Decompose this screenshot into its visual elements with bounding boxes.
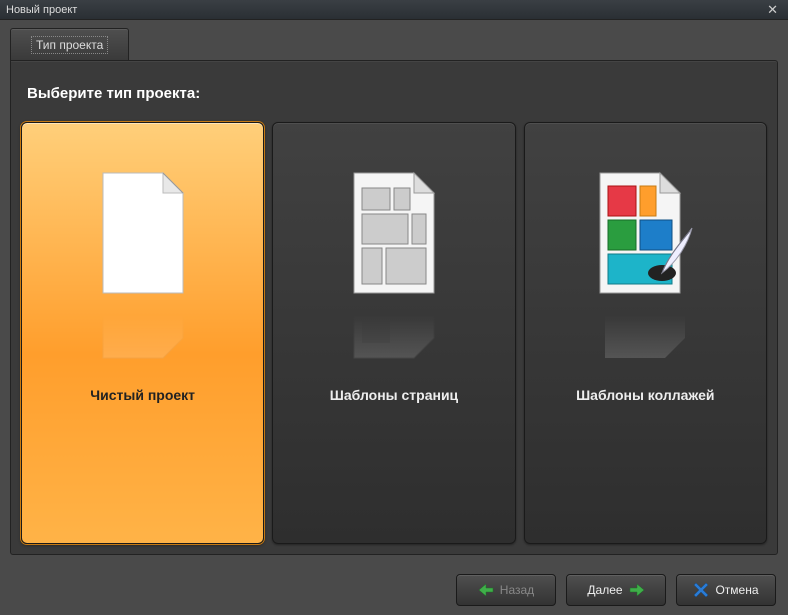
- project-type-options: Чистый проект: [21, 122, 767, 544]
- page-templates-icon: [334, 163, 454, 303]
- prompt-text: Выберите тип проекта:: [27, 85, 767, 102]
- next-button[interactable]: Далее: [566, 574, 666, 606]
- blank-document-icon: [83, 163, 203, 303]
- cancel-x-icon: [693, 582, 709, 598]
- titlebar: Новый проект ✕: [0, 0, 788, 20]
- footer-buttons: Назад Далее Отмена: [0, 565, 788, 615]
- tabstrip: Тип проекта: [0, 20, 788, 60]
- next-label: Далее: [587, 583, 622, 597]
- option-page-templates[interactable]: Шаблоны страниц: [272, 122, 515, 544]
- option-label: Чистый проект: [90, 387, 195, 403]
- arrow-left-icon: [478, 583, 494, 597]
- close-icon[interactable]: ✕: [763, 2, 782, 18]
- cancel-label: Отмена: [715, 583, 758, 597]
- back-button[interactable]: Назад: [456, 574, 556, 606]
- back-label: Назад: [500, 583, 534, 597]
- window-title: Новый проект: [6, 4, 77, 16]
- option-blank-project[interactable]: Чистый проект: [21, 122, 264, 544]
- reflection: [585, 303, 705, 363]
- reflection: [334, 303, 454, 363]
- option-label: Шаблоны коллажей: [576, 387, 714, 403]
- content-panel: Выберите тип проекта: Чистый проект: [10, 60, 778, 555]
- reflection: [83, 303, 203, 363]
- new-project-dialog: Новый проект ✕ Тип проекта Выберите тип …: [0, 0, 788, 615]
- tab-label: Тип проекта: [31, 36, 108, 54]
- option-collage-templates[interactable]: Шаблоны коллажей: [524, 122, 767, 544]
- option-label: Шаблоны страниц: [330, 387, 458, 403]
- arrow-right-icon: [629, 583, 645, 597]
- cancel-button[interactable]: Отмена: [676, 574, 776, 606]
- tab-project-type[interactable]: Тип проекта: [10, 28, 129, 60]
- collage-templates-icon: [585, 163, 705, 303]
